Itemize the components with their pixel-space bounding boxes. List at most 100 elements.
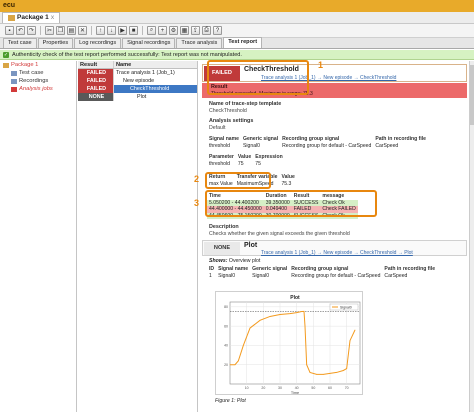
legend-label: Signal0 <box>340 305 352 309</box>
folder-icon <box>11 70 17 76</box>
run-icon[interactable]: ▶ <box>118 26 127 35</box>
close-tab-icon[interactable]: x <box>51 13 54 23</box>
authenticity-banner: ✓ Authenticity check of the test report … <box>0 50 474 60</box>
data-point <box>336 372 338 373</box>
document-tab-label: Package 1 <box>17 14 49 21</box>
signal-table: Signal name Generic signal Recording group… <box>207 136 428 149</box>
tree-item[interactable]: Recordings <box>0 77 76 85</box>
tree-item[interactable]: Package 1 <box>0 61 76 69</box>
plot-breadcrumb[interactable]: Trace analysis 1 (Job_1) → New episode →… <box>261 250 413 256</box>
result-row[interactable]: NONE Plot <box>78 93 197 101</box>
table-cell: 75 <box>237 160 244 167</box>
description-label: Description <box>209 224 239 230</box>
shows-line: Shows: Overview plot <box>209 258 260 264</box>
plot-status-badge: NONE <box>204 242 240 255</box>
report-icon[interactable]: ▦ <box>180 26 189 35</box>
x-tick-label: 60 <box>328 386 332 390</box>
help-icon[interactable]: ? <box>213 26 222 35</box>
trace-template-label: Name of trace-step template <box>209 101 282 107</box>
tab-properties[interactable]: Properties <box>37 38 74 48</box>
table-header-cell: Generic signal <box>243 136 279 142</box>
tab-test-report[interactable]: Test report <box>223 37 263 48</box>
result-badge: FAILED <box>78 77 114 85</box>
tab-log-recordings[interactable]: Log recordings <box>74 38 122 48</box>
figure-caption: Figure 1: Plot <box>215 398 246 404</box>
highlight-box-1 <box>207 60 309 95</box>
tab-trace-analysis[interactable]: Trace analysis <box>176 38 223 48</box>
data-point <box>309 372 311 373</box>
plot-figure: 10 20 30 40 50 60 70 20 40 60 80 Plot Time Signal0 <box>215 291 363 395</box>
zoom-icon[interactable]: + <box>158 26 167 35</box>
tree-item[interactable]: Test case <box>0 69 76 77</box>
table-header-cell: Value <box>237 154 252 160</box>
arrow-down-icon[interactable]: ↓ <box>107 26 116 35</box>
data-point <box>249 327 251 329</box>
plot-title: Plot <box>244 242 258 249</box>
table-cell: 75 <box>255 160 261 167</box>
data-point <box>301 311 303 312</box>
package-icon <box>3 62 9 68</box>
toolbar-divider <box>142 26 143 35</box>
table-cell: threshold <box>209 142 230 149</box>
redo-icon[interactable]: ↷ <box>27 26 36 35</box>
result-tree-table: Result Name FAILED Trace analysis 1 (Job_… <box>78 61 198 412</box>
stop-icon[interactable]: ■ <box>129 26 138 35</box>
result-row[interactable]: FAILED CheckThreshold <box>78 85 197 93</box>
copy-icon[interactable]: ❐ <box>56 26 65 35</box>
arrow-up-icon[interactable]: ↑ <box>96 26 105 35</box>
print-icon[interactable]: ⎙ <box>202 26 211 35</box>
detail-scrollbar[interactable] <box>469 61 474 412</box>
table-cell: CarSpeed <box>384 272 408 279</box>
result-row[interactable]: FAILED Trace analysis 1 (Job_1) <box>78 69 197 77</box>
data-point <box>279 314 281 315</box>
table-cell: Signal0 <box>218 272 236 279</box>
result-row[interactable]: FAILED New episode <box>78 77 197 85</box>
table-header-cell: Path in recording file <box>384 266 436 272</box>
editor-tabs: Test case Properties Log recordings Signal … <box>0 37 474 49</box>
scrollbar-thumb[interactable] <box>470 65 474 125</box>
export-icon[interactable]: ⇪ <box>191 26 200 35</box>
x-tick-label: 20 <box>261 386 265 390</box>
paste-icon[interactable]: ▤ <box>67 26 76 35</box>
delete-icon[interactable]: ✕ <box>78 26 87 35</box>
name-column-header[interactable]: Name <box>114 61 197 68</box>
settings-icon[interactable]: ⚙ <box>169 26 178 35</box>
save-icon[interactable]: ▪ <box>5 26 14 35</box>
toolbar: ▪ ↶ ↷ ✂ ❐ ▤ ✕ ↑ ↓ ▶ ■ ⌕ + ⚙ ▦ ⇪ ⎙ ? <box>0 24 474 38</box>
tab-signal-recordings[interactable]: Signal recordings <box>122 38 176 48</box>
data-point <box>306 364 308 366</box>
result-badge: FAILED <box>78 69 114 77</box>
tab-test-case[interactable]: Test case <box>3 38 37 48</box>
data-point <box>329 373 331 374</box>
plot-signal-table: ID Signal name Generic signal Recording gro… <box>207 266 437 279</box>
authenticity-text: Authenticity check of the test report pe… <box>12 51 242 58</box>
shows-value: Overview plot <box>228 258 261 264</box>
x-tick-label: 70 <box>345 386 349 390</box>
tree-item[interactable]: Analysis jobs <box>0 85 76 93</box>
document-tab-package-1[interactable]: Package 1 x <box>2 12 61 23</box>
table-header-cell: Signal name <box>218 266 249 272</box>
y-tick-label: 80 <box>224 305 228 309</box>
table-header-cell: Generic signal <box>252 266 288 272</box>
x-axis-label: Time <box>291 391 299 395</box>
data-point <box>316 374 318 375</box>
marker-2: 2 <box>194 174 200 184</box>
checkmark-icon: ✓ <box>3 51 9 58</box>
undo-icon[interactable]: ↶ <box>16 26 25 35</box>
data-point <box>289 313 291 314</box>
data-point <box>322 374 324 375</box>
table-cell: Signal0 <box>243 142 261 149</box>
table-header-cell: Parameter <box>209 154 234 160</box>
result-column-header[interactable]: Result <box>78 61 114 68</box>
table-cell: 75.3 <box>281 180 292 187</box>
table-header-cell: Expression <box>255 154 283 160</box>
highlight-box-2 <box>205 172 271 189</box>
y-tick-label: 60 <box>224 324 228 328</box>
y-tick-label: 40 <box>224 344 228 348</box>
package-icon <box>8 15 15 21</box>
cut-icon[interactable]: ✂ <box>45 26 54 35</box>
data-point <box>242 345 244 346</box>
search-icon[interactable]: ⌕ <box>147 26 156 35</box>
line-chart: 10 20 30 40 50 60 70 20 40 60 80 Plot Time Signal0 <box>224 295 361 395</box>
data-point <box>354 329 356 331</box>
